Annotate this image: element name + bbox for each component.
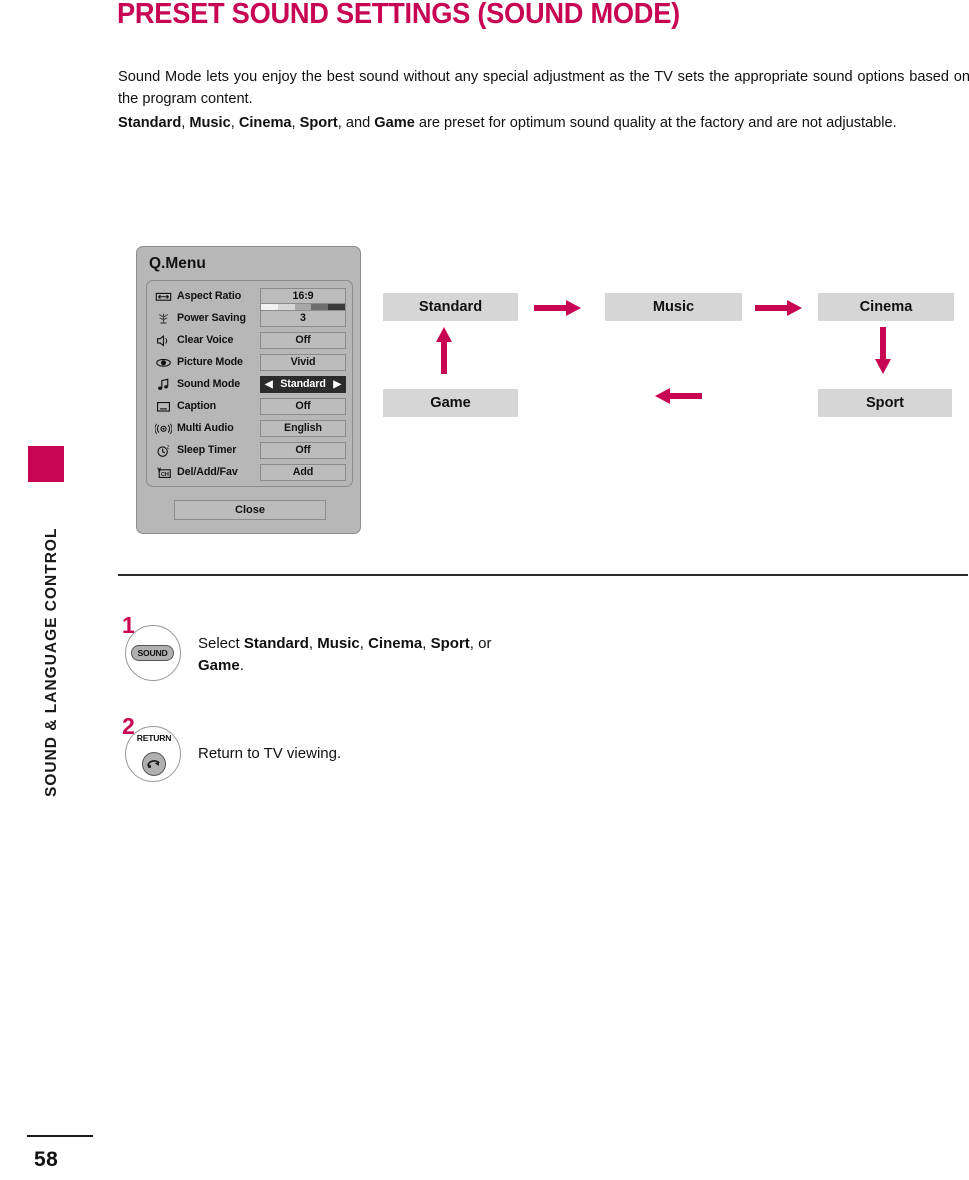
sleep-timer-icon: z (155, 444, 172, 459)
quick-menu-value[interactable]: Off (260, 442, 346, 459)
arrow-up-icon-game-to-standard (436, 327, 452, 374)
mode-name-cinema: Cinema (238, 115, 292, 131)
intro-paragraph-1: Sound Mode lets you enjoy the best sound… (118, 69, 969, 107)
mode-name-game: Game (374, 115, 415, 131)
power-saving-control[interactable]: 3 (260, 303, 346, 327)
quick-menu-label: Caption (177, 400, 217, 412)
step-mode-cinema: Cinema (368, 635, 423, 652)
step-mode-standard: Standard (243, 635, 309, 652)
step-2-text: Return to TV viewing. (198, 745, 342, 762)
arrow-right-icon-standard-to-music (534, 300, 581, 316)
quick-menu-label: Del/Add/Fav (177, 466, 238, 478)
sidebar-section-label: SOUND & LANGUAGE CONTROL (43, 527, 60, 797)
sound-button-label: SOUND (131, 645, 174, 661)
quick-menu-row-clear-voice[interactable]: Clear Voice Off (147, 331, 352, 353)
quick-menu-value-text: Standard (280, 378, 326, 390)
return-arrow-icon (142, 752, 166, 776)
chevron-right-icon[interactable]: ▶ (333, 377, 341, 392)
arrow-right-icon-music-to-cinema (755, 300, 802, 316)
flow-box-game: Game (383, 389, 518, 417)
quick-menu-value[interactable]: Off (260, 332, 346, 349)
aspect-ratio-icon (155, 290, 172, 305)
quick-menu-label: Aspect Ratio (177, 290, 242, 302)
quick-menu-value[interactable]: Off (260, 398, 346, 415)
quick-menu-label: Picture Mode (177, 356, 243, 368)
del-add-fav-icon: CH (155, 466, 172, 481)
intro-text-block: Sound Mode lets you enjoy the best sound… (118, 66, 969, 134)
page-number: 58 (34, 1148, 59, 1171)
quick-menu-list: Aspect Ratio 16:9 Power Saving 3 Clear Voice… (146, 280, 353, 487)
intro-paragraph-2: Standard, Music, Cinema, Sport, and Game… (118, 115, 897, 131)
mode-name-sport: Sport (299, 115, 338, 131)
quick-menu-value[interactable]: ◀ Standard ▶ (260, 376, 346, 393)
quick-menu-panel[interactable]: Q.Menu Aspect Ratio 16:9 Power Saving 3 Clea… (136, 246, 361, 534)
flow-box-music: Music (605, 293, 742, 321)
flow-box-sport: Sport (818, 389, 952, 417)
arrow-left-icon-sport-to-game (655, 388, 702, 404)
quick-menu-label: Clear Voice (177, 334, 234, 346)
sound-remote-button[interactable]: SOUND (125, 625, 181, 681)
arrow-down-icon-cinema-to-sport (875, 327, 891, 374)
flow-box-standard: Standard (383, 293, 518, 321)
clear-voice-icon (155, 334, 172, 349)
step-mode-game: Game (198, 657, 240, 674)
quick-menu-label: Sleep Timer (177, 444, 237, 456)
quick-menu-row-del-add-fav[interactable]: CH Del/Add/Fav Add (147, 463, 352, 485)
svg-text:CH: CH (161, 472, 169, 478)
step-mode-sport: Sport (430, 635, 470, 652)
quick-menu-row-caption[interactable]: Caption Off (147, 397, 352, 419)
mode-name-standard: Standard (118, 115, 182, 131)
quick-menu-label: Multi Audio (177, 422, 234, 434)
page-number-rule (27, 1135, 93, 1137)
step-1-text: Select Standard, Music, Cinema, Sport, o… (198, 635, 492, 674)
chevron-left-icon[interactable]: ◀ (265, 377, 273, 392)
return-button-label: RETURN (136, 733, 172, 743)
quick-menu-row-sound-mode[interactable]: Sound Mode ◀ Standard ▶ (147, 375, 352, 397)
quick-menu-close-button[interactable]: Close (174, 500, 326, 520)
section-divider (118, 574, 968, 576)
quick-menu-value[interactable]: Vivid (260, 354, 346, 371)
quick-menu-label: Sound Mode (177, 378, 241, 390)
quick-menu-value[interactable]: English (260, 420, 346, 437)
page-title: PRESET SOUND SETTINGS (SOUND MODE) (117, 0, 680, 30)
quick-menu-row-multi-audio[interactable]: Multi Audio English (147, 419, 352, 441)
quick-menu-value[interactable]: 3 (260, 310, 346, 327)
mode-name-music: Music (189, 115, 231, 131)
caption-icon (155, 400, 172, 415)
sound-mode-icon (155, 378, 172, 393)
quick-menu-title: Q.Menu (149, 255, 206, 272)
svg-text:z: z (167, 445, 170, 451)
quick-menu-label: Power Saving (177, 312, 246, 324)
return-remote-button[interactable]: RETURN (125, 726, 181, 782)
flow-box-cinema: Cinema (818, 293, 954, 321)
step-mode-music: Music (317, 635, 360, 652)
quick-menu-row-picture-mode[interactable]: Picture Mode Vivid (147, 353, 352, 375)
quick-menu-value[interactable]: Add (260, 464, 346, 481)
quick-menu-row-sleep-timer[interactable]: z Sleep Timer Off (147, 441, 352, 463)
power-saving-icon (155, 312, 172, 327)
multi-audio-icon (154, 422, 173, 437)
quick-menu-row-power-saving[interactable]: Power Saving 3 (147, 303, 352, 331)
picture-mode-icon (155, 356, 172, 371)
